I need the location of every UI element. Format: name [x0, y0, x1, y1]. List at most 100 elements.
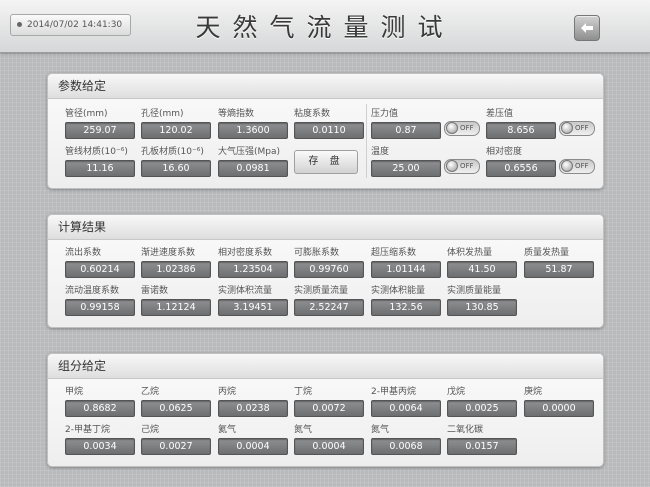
param-temperature: 温度 25.00: [371, 146, 443, 177]
field-label: 流动温度系数: [65, 286, 120, 296]
field-label: 己烷: [141, 425, 160, 435]
result-value: 3.19451: [218, 299, 288, 316]
component-field: 氮气 0.0004: [294, 424, 366, 455]
result-field: 流出系数 0.60214: [65, 247, 137, 278]
result-value: 130.85: [447, 299, 517, 316]
relative-density-input[interactable]: 0.6556: [486, 160, 556, 177]
toggle-state: OFF: [460, 162, 474, 170]
result-field: 雷诺数 1.12124: [141, 285, 213, 316]
field-label: 丁烷: [294, 387, 313, 397]
field-label: 丙烷: [218, 387, 237, 397]
component-input[interactable]: 0.0025: [447, 400, 517, 417]
param-plate-material: 孔板材质(10⁻⁶) 16.60: [141, 146, 213, 177]
field-label: 乙烷: [141, 387, 160, 397]
field-label: 等熵指数: [218, 109, 255, 119]
result-field: 体积发热量 41.50: [447, 247, 519, 278]
param-viscosity: 粘度系数 0.0110: [294, 108, 366, 139]
params-panel: 参数给定 管径(mm) 259.07 孔径(mm) 120.02 等熵指数 1.…: [47, 73, 604, 189]
toggle-knob: [561, 122, 573, 134]
field-label: 质量发热量: [524, 248, 570, 258]
component-field: 氮气 0.0068: [371, 424, 443, 455]
result-field: 质量发热量 51.87: [524, 247, 596, 278]
back-button[interactable]: [574, 15, 600, 41]
component-field: 丙烷 0.0238: [218, 386, 290, 417]
field-label: 粘度系数: [294, 109, 331, 119]
plate-material-input[interactable]: 16.60: [141, 160, 211, 177]
field-label: 氮气: [294, 425, 313, 435]
pipe-material-input[interactable]: 11.16: [65, 160, 135, 177]
field-label: 实测体积能量: [371, 286, 426, 296]
components-panel: 组分给定 甲烷 0.8682 乙烷 0.0625 丙烷 0.0238 丁烷 0.…: [47, 353, 604, 467]
results-panel-title: 计算结果: [48, 215, 603, 240]
pressure-toggle[interactable]: OFF: [444, 121, 480, 136]
field-label: 二氧化碳: [447, 425, 484, 435]
component-input[interactable]: 0.0157: [447, 438, 517, 455]
component-input[interactable]: 0.0027: [141, 438, 211, 455]
isentropic-index-input[interactable]: 1.3600: [218, 122, 288, 139]
temperature-toggle[interactable]: OFF: [444, 159, 480, 174]
component-input[interactable]: 0.0004: [218, 438, 288, 455]
viscosity-input[interactable]: 0.0110: [294, 122, 364, 139]
atmospheric-pressure-input[interactable]: 0.0981: [218, 160, 288, 177]
save-button[interactable]: 存 盘: [294, 150, 358, 174]
field-label: 庚烷: [524, 387, 543, 397]
pressure-input[interactable]: 0.87: [371, 122, 441, 139]
field-label: 相对密度: [486, 147, 523, 157]
back-arrow-icon: [581, 23, 593, 33]
components-panel-title: 组分给定: [48, 354, 603, 379]
result-value: 1.01144: [371, 261, 441, 278]
pipe-diameter-input[interactable]: 259.07: [65, 122, 135, 139]
field-label: 相对密度系数: [218, 248, 273, 258]
field-label: 甲烷: [65, 387, 84, 397]
param-pipe-diameter: 管径(mm) 259.07: [65, 108, 137, 139]
component-input[interactable]: 0.8682: [65, 400, 135, 417]
relative-density-toggle[interactable]: OFF: [559, 159, 595, 174]
component-field: 二氧化碳 0.0157: [447, 424, 519, 455]
field-label: 渐进速度系数: [141, 248, 196, 258]
component-input[interactable]: 0.0072: [294, 400, 364, 417]
field-label: 孔板材质(10⁻⁶): [141, 147, 204, 157]
field-label: 流出系数: [65, 248, 102, 258]
field-label: 实测质量流量: [294, 286, 349, 296]
component-input[interactable]: 0.0000: [524, 400, 594, 417]
component-input[interactable]: 0.0625: [141, 400, 211, 417]
toggle-state: OFF: [575, 124, 589, 132]
field-label: 实测体积流量: [218, 286, 273, 296]
result-field: 超压缩系数 1.01144: [371, 247, 443, 278]
toggle-state: OFF: [460, 124, 474, 132]
field-label: 戊烷: [447, 387, 466, 397]
differential-pressure-toggle[interactable]: OFF: [559, 121, 595, 136]
component-field: 戊烷 0.0025: [447, 386, 519, 417]
temperature-input[interactable]: 25.00: [371, 160, 441, 177]
result-value: 41.50: [447, 261, 517, 278]
result-value: 1.23504: [218, 261, 288, 278]
result-field: 实测质量流量 2.52247: [294, 285, 366, 316]
field-label: 实测质量能量: [447, 286, 502, 296]
component-field: 庚烷 0.0000: [524, 386, 596, 417]
param-pressure: 压力值 0.87: [371, 108, 443, 139]
component-input[interactable]: 0.0064: [371, 400, 441, 417]
toggle-knob: [446, 160, 458, 172]
component-input[interactable]: 0.0238: [218, 400, 288, 417]
results-panel: 计算结果 流出系数 0.60214 渐进速度系数 1.02386 相对密度系数 …: [47, 214, 604, 328]
component-input[interactable]: 0.0068: [371, 438, 441, 455]
field-label: 可膨胀系数: [294, 248, 340, 258]
component-field: 甲烷 0.8682: [65, 386, 137, 417]
field-label: 管线材质(10⁻⁶): [65, 147, 128, 157]
result-value: 0.99158: [65, 299, 135, 316]
field-label: 超压缩系数: [371, 248, 417, 258]
field-label: 差压值: [486, 109, 514, 119]
toggle-knob: [561, 160, 573, 172]
component-field: 2-甲基丙烷 0.0064: [371, 386, 443, 417]
result-value: 132.56: [371, 299, 441, 316]
component-field: 己烷 0.0027: [141, 424, 213, 455]
component-input[interactable]: 0.0004: [294, 438, 364, 455]
orifice-diameter-input[interactable]: 120.02: [141, 122, 211, 139]
divider: [366, 104, 367, 178]
differential-pressure-input[interactable]: 8.656: [486, 122, 556, 139]
component-input[interactable]: 0.0034: [65, 438, 135, 455]
result-field: 实测体积能量 132.56: [371, 285, 443, 316]
params-panel-title: 参数给定: [48, 74, 603, 99]
field-label: 孔径(mm): [141, 109, 184, 119]
field-label: 体积发热量: [447, 248, 493, 258]
